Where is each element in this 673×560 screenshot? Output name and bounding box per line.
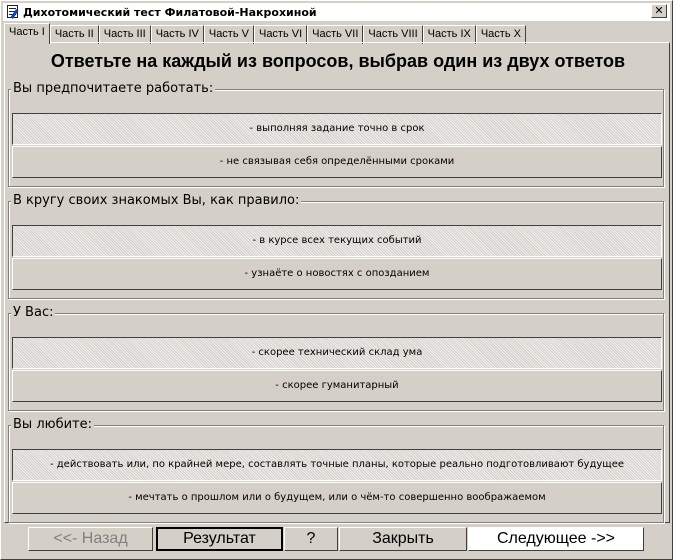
window-title: Дихотомический тест Филатовой-Накрохиной [23, 5, 317, 19]
question-group-2: В кругу своих знакомых Вы, как правило: … [8, 193, 664, 299]
page-heading: Ответьте на каждый из вопросов, выбрав о… [50, 51, 626, 71]
close-icon[interactable]: ✕ [651, 4, 667, 18]
question-group-4: Вы любите: - действовать или, по крайней… [8, 417, 664, 523]
app-window: Дихотомический тест Филатовой-Накрохиной… [0, 0, 673, 560]
question-label: В кругу своих знакомых Вы, как правило: [11, 193, 302, 208]
back-button[interactable]: <<- Назад [28, 527, 153, 551]
answer-b-button[interactable]: - скорее гуманитарный [12, 370, 662, 402]
question-label: Вы предпочитаете работать: [11, 81, 216, 96]
question-group-1: Вы предпочитаете работать: - выполняя за… [8, 81, 664, 187]
answer-a-button[interactable]: - действовать или, по крайней мере, сост… [12, 449, 662, 481]
button-bar: <<- Назад Результат ? Закрыть Следующее … [1, 527, 673, 553]
tab-strip: Часть I Часть II Часть III Часть IV Част… [4, 23, 526, 44]
answer-b-button[interactable]: - мечтать о прошлом или о будущем, или о… [12, 482, 662, 514]
title-bar: Дихотомический тест Филатовой-Накрохиной… [3, 3, 670, 21]
next-button[interactable]: Следующее ->> [468, 527, 644, 551]
answer-a-button[interactable]: - скорее технический склад ума [12, 337, 662, 369]
result-button[interactable]: Результат [156, 527, 283, 551]
close-button[interactable]: Закрыть [339, 527, 467, 551]
tab-part-1[interactable]: Часть I [4, 23, 50, 44]
help-button[interactable]: ? [284, 527, 338, 551]
test-sheet-icon [6, 5, 20, 19]
answer-a-button[interactable]: - выполняя задание точно в срок [12, 113, 662, 145]
question-group-3: У Вас: - скорее технический склад ума - … [8, 305, 664, 411]
tab-page: Ответьте на каждый из вопросов, выбрав о… [4, 42, 670, 523]
answer-b-button[interactable]: - не связывая себя определёнными сроками [12, 146, 662, 178]
answer-a-button[interactable]: - в курсе всех текущих событий [12, 225, 662, 257]
question-label: Вы любите: [11, 417, 94, 432]
answer-b-button[interactable]: - узнаёте о новостях с опозданием [12, 258, 662, 290]
question-label: У Вас: [11, 305, 56, 320]
